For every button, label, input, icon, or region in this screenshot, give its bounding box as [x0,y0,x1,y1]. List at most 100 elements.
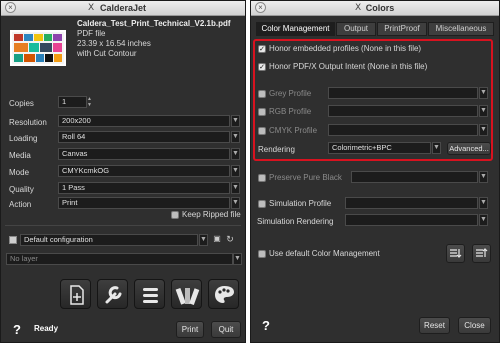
help-icon[interactable]: ? [13,322,21,337]
rgb-profile-select[interactable] [328,105,478,117]
chevron-down-icon[interactable]: ▼ [199,234,208,246]
honor-output-intent-checkbox[interactable]: ✓ [258,63,266,71]
titlebar: × Colors X [251,1,499,16]
cmyk-profile-label: CMYK Profile [269,126,318,135]
grey-profile-label: Grey Profile [269,89,312,98]
tab-printproof[interactable]: PrintProof [377,22,427,36]
chevron-down-icon[interactable]: ▼ [231,131,240,143]
palette-icon [215,286,234,303]
keep-ripped-label: Keep Ripped file [182,210,241,219]
add-page-icon [70,285,84,305]
wrench-icon [105,286,122,304]
chevron-down-icon[interactable]: ▼ [233,253,242,265]
resolution-label: Resolution [9,118,47,127]
reset-button[interactable]: Reset [419,317,450,334]
stack-icon [143,288,158,303]
quit-button[interactable]: Quit [211,321,241,338]
save-icon[interactable]: ▣ [211,234,223,246]
layer-select[interactable]: No layer [6,253,233,265]
action-select[interactable]: Print [58,197,230,209]
tab-output[interactable]: Output [336,22,376,36]
titlebar: × CalderaJet X [1,1,245,16]
x11-icon: X [88,3,95,13]
honor-output-intent-label: Honor PDF/X Output Intent (None in this … [269,62,428,71]
list-button[interactable] [134,279,165,309]
import-icon [450,249,462,258]
chevron-down-icon[interactable]: ▼ [479,124,488,136]
swatch-fan-icon [175,287,200,306]
file-size: 23.39 x 16.54 inches [77,39,151,48]
honor-embedded-label: Honor embedded profiles (None in this fi… [269,44,422,53]
file-note: with Cut Contour [77,49,137,58]
copies-input[interactable]: 1 [58,96,87,108]
status-text: Ready [34,324,59,333]
chevron-down-icon[interactable]: ▼ [231,182,240,194]
preserve-black-checkbox[interactable] [258,174,266,182]
help-icon[interactable]: ? [262,318,270,333]
resolution-select[interactable]: 200x200 [58,115,230,127]
preserve-black-select[interactable] [351,171,478,183]
calderajet-window: × CalderaJet X Caldera_Test_Print_Techni… [0,0,246,343]
rgb-profile-checkbox[interactable] [258,108,266,116]
color-swatch-button[interactable] [171,279,202,309]
add-page-button[interactable] [60,279,91,309]
media-select[interactable]: Canvas [58,148,230,160]
print-button[interactable]: Print [176,321,204,338]
simulation-rendering-select[interactable] [345,214,478,226]
export-profile-button[interactable] [472,244,491,263]
simulation-rendering-label: Simulation Rendering [257,217,334,226]
file-name: Caldera_Test_Print_Technical_V2.1b.pdf [77,19,231,28]
chevron-down-icon[interactable]: ▼ [479,87,488,99]
grey-profile-checkbox[interactable] [258,90,266,98]
loading-label: Loading [9,134,38,143]
simulation-profile-select[interactable] [345,197,478,209]
chevron-down-icon[interactable]: ▼ [231,197,240,209]
chevron-down-icon[interactable]: ▼ [231,148,240,160]
rendering-select[interactable]: Colorimetric+BPC [328,142,431,154]
close-button[interactable]: Close [458,317,491,334]
chevron-down-icon[interactable]: ▼ [231,165,240,177]
preserve-black-label: Preserve Pure Black [269,173,342,182]
tab-miscellaneous[interactable]: Miscellaneous [428,22,494,36]
quality-label: Quality [9,185,34,194]
colors-button[interactable] [208,279,239,309]
copies-stepper[interactable]: ▲ ▼ [87,96,93,108]
window-title: Colors [365,3,395,13]
tools-button[interactable] [97,279,128,309]
chevron-down-icon[interactable]: ▼ [479,105,488,117]
window-title: CalderaJet [99,3,147,13]
refresh-icon[interactable]: ↻ [224,234,236,246]
grey-profile-select[interactable] [328,87,478,99]
mode-select[interactable]: CMYKcmkOG [58,165,230,177]
x11-icon: X [355,3,362,13]
chevron-down-icon[interactable]: ▼ [432,142,441,154]
export-icon [476,248,488,257]
use-default-checkbox[interactable] [258,250,266,258]
use-default-label: Use default Color Management [269,249,380,258]
colors-window: × Colors X Color Management Output Print… [250,0,500,343]
configuration-select[interactable]: Default configuration [20,234,198,246]
cmyk-profile-checkbox[interactable] [258,127,266,135]
rendering-label: Rendering [258,145,295,154]
import-profile-button[interactable] [446,244,465,263]
chevron-down-icon[interactable]: ▼ [231,115,240,127]
divider [5,225,241,226]
file-thumbnail [10,30,66,66]
tab-color-management[interactable]: Color Management [256,22,335,36]
rgb-profile-label: RGB Profile [269,107,312,116]
chevron-down-icon[interactable]: ▼ [479,214,488,226]
chevron-down-icon[interactable]: ▼ [479,197,488,209]
printer-icon [9,236,17,244]
advanced-button[interactable]: Advanced... [447,142,491,155]
copies-label: Copies [9,99,34,108]
chevron-down-icon[interactable]: ▼ [479,171,488,183]
cmyk-profile-select[interactable] [328,124,478,136]
quality-select[interactable]: 1 Pass [58,182,230,194]
honor-embedded-checkbox[interactable]: ✓ [258,45,266,53]
simulation-profile-checkbox[interactable] [258,200,266,208]
file-type: PDF file [77,29,106,38]
mode-label: Mode [9,168,30,177]
loading-select[interactable]: Roll 64 [58,131,230,143]
simulation-profile-label: Simulation Profile [269,199,332,208]
keep-ripped-checkbox[interactable] [171,211,179,219]
